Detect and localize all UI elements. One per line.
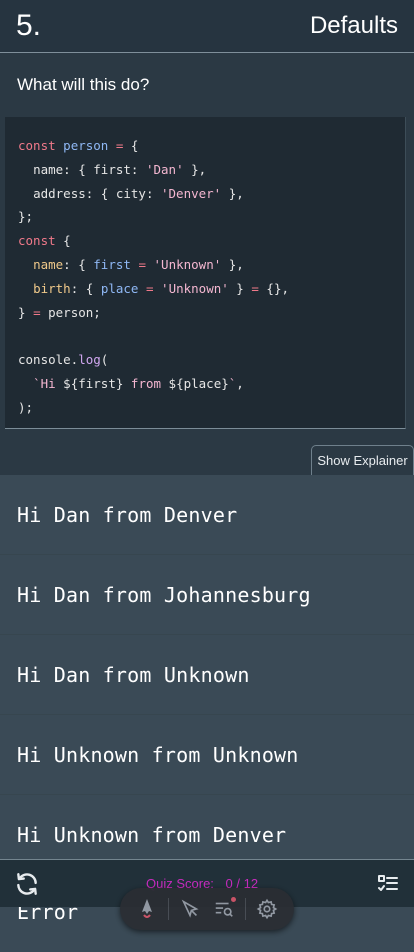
code-line: name: { first: 'Dan' }, bbox=[33, 161, 207, 177]
answer-option[interactable]: Hi Dan from Johannesburg bbox=[0, 555, 414, 635]
inspect-icon[interactable] bbox=[178, 897, 202, 921]
audit-icon[interactable] bbox=[212, 897, 236, 921]
answer-option[interactable]: Hi Dan from Unknown bbox=[0, 635, 414, 715]
code-line: }; bbox=[18, 209, 34, 225]
code-line: ); bbox=[18, 399, 34, 415]
code-line: console.log( bbox=[18, 352, 109, 368]
notification-dot bbox=[230, 897, 236, 902]
toolbar-separator bbox=[244, 898, 246, 920]
question-number: 5. bbox=[16, 9, 42, 42]
code-line: const person = { bbox=[18, 138, 139, 153]
dev-toolbar bbox=[120, 888, 294, 930]
answer-option[interactable]: Hi Dan from Denver bbox=[0, 475, 414, 555]
code-block: const person = { name: { first: 'Dan' },… bbox=[5, 117, 406, 429]
code-line: const { bbox=[18, 233, 71, 249]
question-prompt: What will this do? bbox=[17, 75, 150, 94]
code-line: name: { first = 'Unknown' }, bbox=[33, 256, 244, 272]
toolbar-separator bbox=[167, 898, 169, 920]
code-line: } = person; bbox=[18, 304, 101, 320]
quiz-header: 5. Defaults bbox=[0, 0, 414, 53]
code-line: address: { city: 'Denver' }, bbox=[33, 185, 244, 201]
code-line: `Hi ${first} from ${place}`, bbox=[33, 375, 244, 391]
question-title: Defaults bbox=[309, 12, 398, 39]
checklist-icon[interactable] bbox=[376, 872, 400, 896]
code-line: birth: { place = 'Unknown' } = {}, bbox=[33, 280, 289, 296]
show-explainer-button[interactable]: Show Explainer bbox=[311, 445, 414, 475]
astro-icon[interactable] bbox=[135, 897, 159, 921]
answer-option[interactable]: Hi Unknown from Unknown bbox=[0, 715, 414, 795]
refresh-icon[interactable] bbox=[14, 871, 40, 897]
settings-icon[interactable] bbox=[255, 897, 279, 921]
